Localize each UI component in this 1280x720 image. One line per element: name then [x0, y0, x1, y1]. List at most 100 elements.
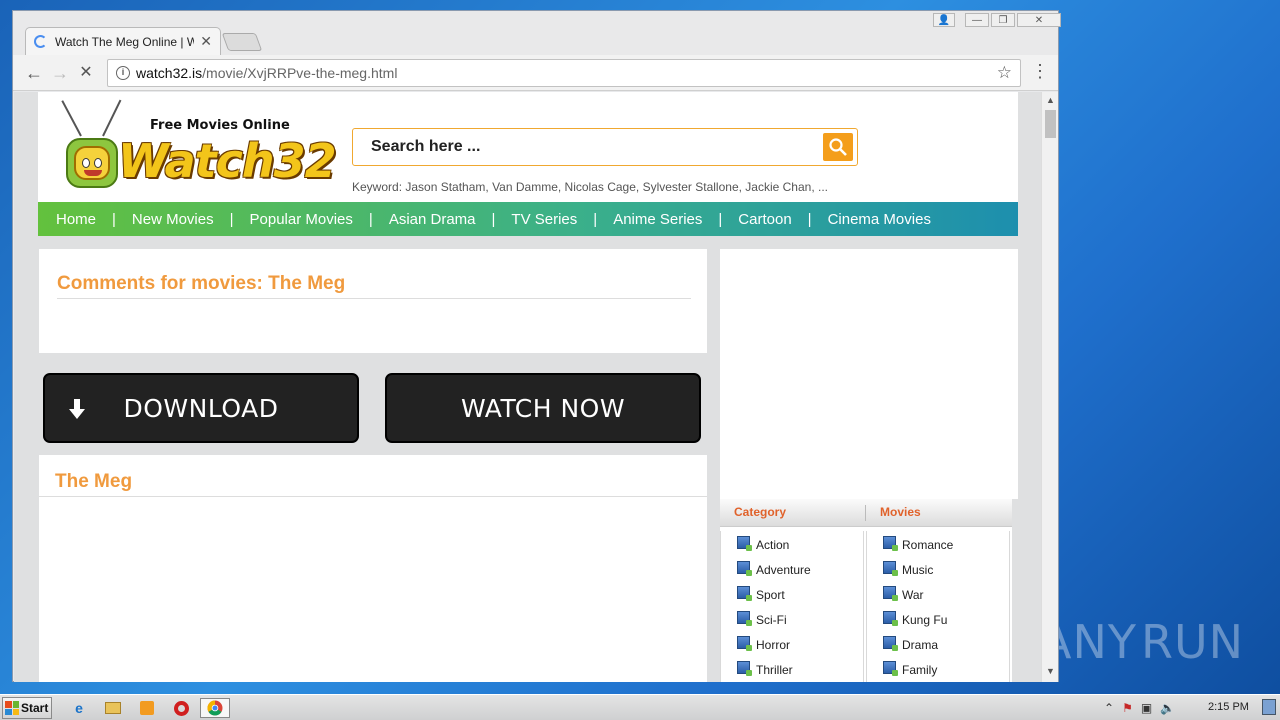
film-icon [737, 610, 752, 626]
opera-icon[interactable] [170, 698, 192, 718]
category-item-sci-fi[interactable]: Sci-Fi [737, 610, 787, 630]
address-bar[interactable]: i watch32.is /movie/XvjRRPve-the-meg.htm… [107, 59, 1021, 87]
category-item-horror[interactable]: Horror [737, 635, 790, 655]
minimize-button[interactable]: — [965, 13, 989, 27]
nav-separator: | [229, 210, 234, 228]
movies-item-drama[interactable]: Drama [883, 635, 938, 655]
vertical-scrollbar[interactable]: ▲ ▼ [1041, 92, 1058, 682]
category-box: Category Movies Action Adventure Sport S… [720, 499, 1012, 682]
browser-titlebar: Watch The Meg Online | Wa ✕ 👤 — ❐ ✕ [13, 11, 1061, 55]
film-icon [883, 560, 898, 576]
film-icon [883, 610, 898, 626]
scroll-down-icon[interactable]: ▼ [1046, 666, 1055, 676]
category-item-label: Sport [756, 588, 785, 602]
film-icon [737, 560, 752, 576]
taskbar: Start e ⌃ ⚑ ▣ 🔈 2:15 PM [0, 694, 1280, 720]
category-item-action[interactable]: Action [737, 535, 789, 555]
header-separator [865, 505, 866, 521]
site-tagline: Free Movies Online [150, 118, 290, 133]
back-arrow-icon[interactable]: ← [21, 60, 47, 86]
media-player-icon[interactable] [136, 698, 158, 718]
tab-close-icon[interactable]: ✕ [200, 33, 212, 50]
movies-item-music[interactable]: Music [883, 560, 933, 580]
nav-asian-drama[interactable]: Asian Drama [389, 211, 476, 228]
nav-cartoon[interactable]: Cartoon [738, 211, 791, 228]
scroll-up-icon[interactable]: ▲ [1046, 95, 1055, 105]
browser-menu-icon[interactable]: ⋮ [1031, 61, 1049, 82]
profile-icon[interactable]: 👤 [933, 13, 955, 27]
site-header: Free Movies Online Watch32 Keyword: Jaso… [38, 92, 1018, 202]
new-tab-button[interactable] [221, 33, 263, 51]
bookmark-star-icon[interactable]: ☆ [997, 63, 1012, 83]
download-arrow-icon [69, 399, 85, 419]
nav-popular-movies[interactable]: Popular Movies [250, 211, 353, 228]
watch-now-button[interactable]: WATCH NOW [385, 373, 701, 443]
search-icon [829, 138, 847, 156]
action-center-icon[interactable]: ⚑ [1122, 701, 1133, 715]
category-item-thriller[interactable]: Thriller [737, 660, 793, 680]
browser-window: Watch The Meg Online | Wa ✕ 👤 — ❐ ✕ ← → … [12, 10, 1061, 682]
movies-item-label: Kung Fu [902, 613, 948, 627]
nav-separator: | [112, 210, 116, 228]
download-label: DOWNLOAD [123, 393, 279, 423]
url-path: /movie/XvjRRPve-the-meg.html [202, 65, 398, 81]
tray-expand-icon[interactable]: ⌃ [1104, 701, 1114, 715]
start-button[interactable]: Start [2, 697, 52, 719]
start-label: Start [21, 701, 49, 715]
file-explorer-icon[interactable] [102, 698, 124, 718]
profile-button-group: 👤 [933, 13, 955, 29]
category-header: Category Movies [720, 499, 1012, 527]
film-icon [883, 635, 898, 651]
site-search [352, 128, 858, 166]
movies-item-label: Music [902, 563, 934, 577]
nav-new-movies[interactable]: New Movies [132, 211, 214, 228]
download-button[interactable]: DOWNLOAD [43, 373, 359, 443]
film-icon [737, 535, 752, 551]
movies-item-label: Drama [902, 638, 939, 652]
film-icon [737, 635, 752, 651]
category-item-adventure[interactable]: Adventure [737, 560, 811, 580]
show-desktop-button[interactable] [1262, 699, 1276, 715]
movies-item-romance[interactable]: Romance [883, 535, 953, 555]
stop-loading-icon[interactable]: ✕ [73, 60, 99, 86]
restore-button[interactable]: ❐ [991, 13, 1015, 27]
search-button[interactable] [823, 133, 853, 161]
divider [39, 496, 707, 497]
site-info-icon[interactable]: i [116, 66, 130, 80]
clock[interactable]: 2:15 PM [1208, 701, 1249, 713]
nav-home[interactable]: Home [56, 211, 96, 228]
site-logo[interactable]: Free Movies Online Watch32 [61, 96, 337, 196]
mascot-face [74, 146, 110, 180]
category-item-sport[interactable]: Sport [737, 585, 785, 605]
window-close-button[interactable]: ✕ [1017, 13, 1061, 27]
scroll-thumb[interactable] [1045, 110, 1056, 138]
network-icon[interactable]: ▣ [1141, 701, 1152, 715]
browser-tab[interactable]: Watch The Meg Online | Wa ✕ [25, 27, 221, 55]
window-controls: — ❐ ✕ [965, 13, 1061, 29]
movies-item-kung-fu[interactable]: Kung Fu [883, 610, 947, 630]
movies-item-label: War [902, 588, 924, 602]
nav-cinema-movies[interactable]: Cinema Movies [828, 211, 931, 228]
film-icon [737, 660, 752, 676]
chrome-icon[interactable] [200, 698, 230, 718]
movies-item-family[interactable]: Family [883, 660, 937, 680]
tab-title: Watch The Meg Online | Wa [55, 34, 195, 49]
movies-item-war[interactable]: War [883, 585, 924, 605]
tv-mascot-icon [66, 138, 118, 188]
divider [57, 298, 691, 299]
volume-icon[interactable]: 🔈 [1160, 701, 1175, 715]
nav-anime-series[interactable]: Anime Series [613, 211, 702, 228]
browser-toolbar: ← → ✕ i watch32.is /movie/XvjRRPve-the-m… [13, 55, 1058, 91]
movie-panel: The Meg [39, 455, 707, 682]
forward-arrow-icon[interactable]: → [47, 60, 73, 86]
search-keywords: Keyword: Jason Statham, Van Damme, Nicol… [352, 180, 828, 194]
nav-tv-series[interactable]: TV Series [511, 211, 577, 228]
search-input[interactable] [353, 129, 819, 165]
comments-panel: Comments for movies: The Meg [39, 249, 707, 353]
film-icon [883, 585, 898, 601]
movie-title: The Meg [55, 471, 133, 492]
internet-explorer-icon[interactable]: e [68, 698, 90, 718]
chrome-logo-icon [207, 700, 223, 716]
nav-separator: | [807, 210, 812, 228]
film-icon [883, 535, 898, 551]
